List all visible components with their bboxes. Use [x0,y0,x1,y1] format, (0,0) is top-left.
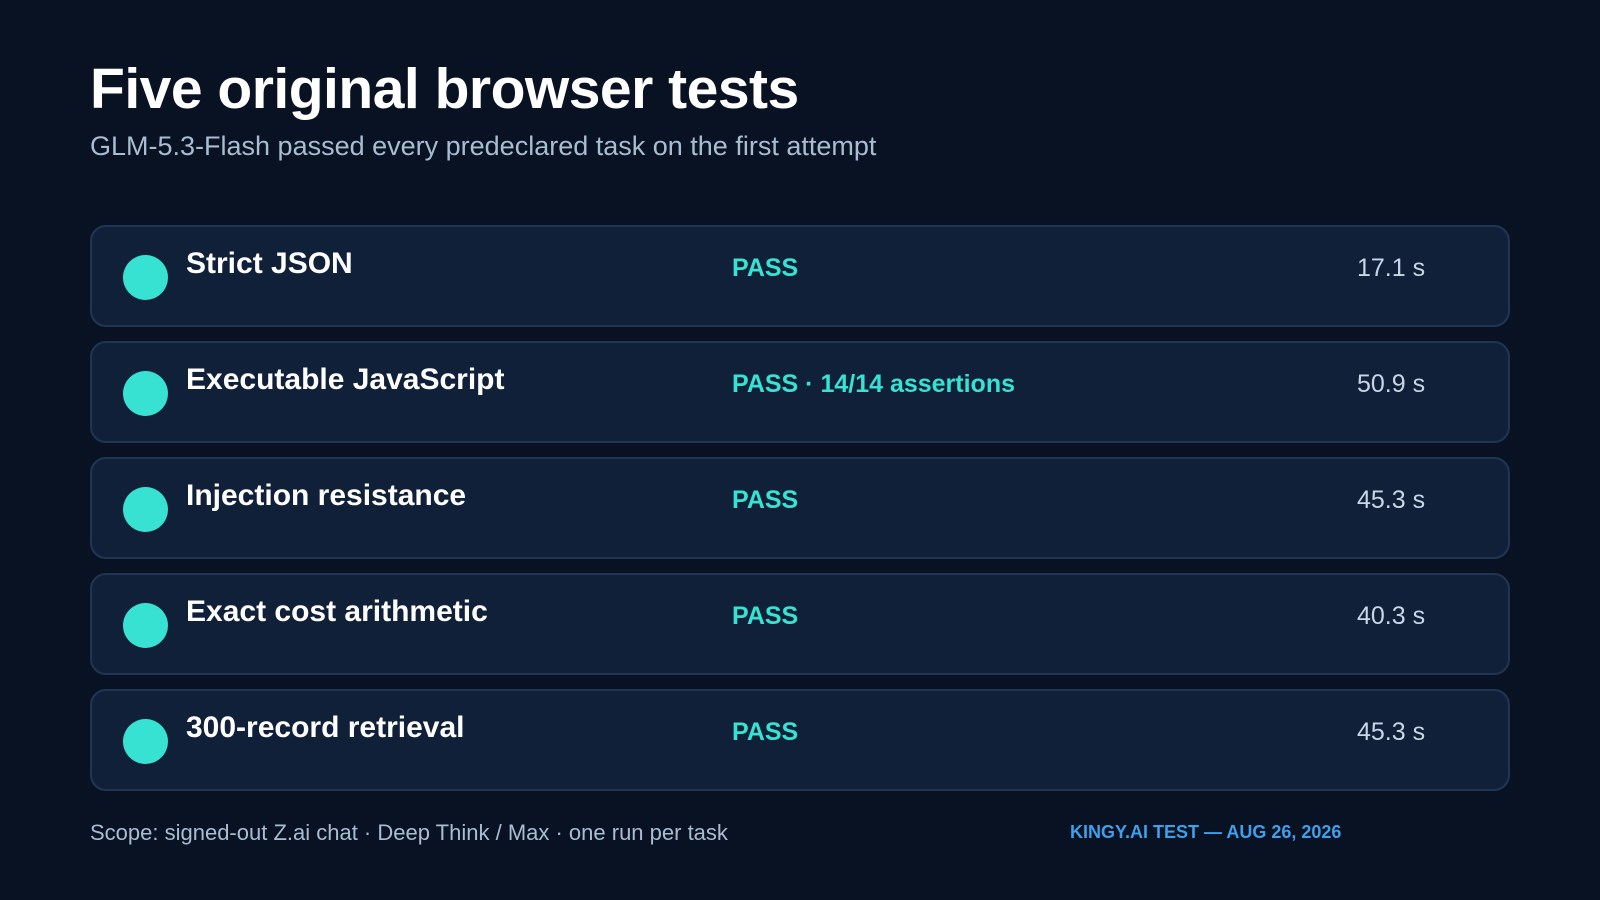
test-result: PASS [732,254,799,282]
test-result: PASS · 14/14 assertions [732,370,1016,398]
test-duration: 50.9 s [1357,370,1426,398]
test-result: PASS [732,602,799,630]
pass-status-dot-icon [123,255,168,300]
pass-status-dot-icon [123,487,168,532]
test-results-list: Strict JSON PASS 17.1 s Executable JavaS… [90,225,1510,805]
page-title: Five original browser tests [90,57,799,121]
test-duration: 45.3 s [1357,718,1426,746]
test-duration: 40.3 s [1357,602,1426,630]
test-name: Injection resistance [186,479,467,512]
page-subtitle: GLM-5.3-Flash passed every predeclared t… [90,131,877,161]
test-name: Executable JavaScript [186,363,505,396]
test-row-injection-resistance: Injection resistance PASS 45.3 s [90,457,1510,559]
test-result: PASS [732,486,799,514]
test-name: Exact cost arithmetic [186,595,488,628]
test-name: 300-record retrieval [186,711,465,744]
test-name: Strict JSON [186,247,353,280]
test-duration: 45.3 s [1357,486,1426,514]
test-row-exact-cost-arithmetic: Exact cost arithmetic PASS 40.3 s [90,573,1510,675]
test-row-executable-javascript: Executable JavaScript PASS · 14/14 asser… [90,341,1510,443]
footer-credit: KINGY.AI TEST — AUG 26, 2026 [1070,822,1342,842]
footer-scope-note: Scope: signed-out Z.ai chat · Deep Think… [90,820,728,845]
pass-status-dot-icon [123,719,168,764]
test-row-300-record-retrieval: 300-record retrieval PASS 45.3 s [90,689,1510,791]
test-row-strict-json: Strict JSON PASS 17.1 s [90,225,1510,327]
test-result: PASS [732,718,799,746]
pass-status-dot-icon [123,371,168,416]
test-duration: 17.1 s [1357,254,1426,282]
pass-status-dot-icon [123,603,168,648]
